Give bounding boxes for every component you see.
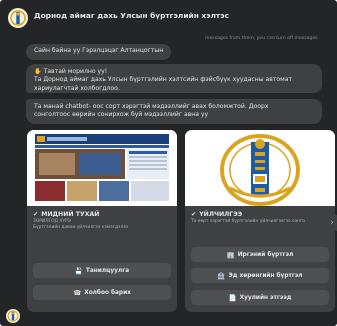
- button-label: Иргэний бүртгэл: [237, 251, 294, 258]
- emblem-image: [185, 130, 335, 206]
- message-text: Сайн байна уу Гэрэлцэцэг Алтанцогтын: [34, 47, 164, 54]
- page-avatar[interactable]: [8, 8, 28, 28]
- button-label: Эд хөрөнгийн бүртгэл: [228, 272, 303, 279]
- chevron-right-icon: ›: [330, 218, 334, 228]
- message-text: Тавтай морилно уу!: [43, 68, 108, 75]
- message-text: сонголтоос өөрийн сонирхож буй мэдээллий…: [34, 111, 209, 119]
- waving-hand-icon: ✋: [34, 68, 42, 75]
- card-subtitle-text: Та өөрт хэрэгтэй бүртгэлийн үйлчилгээгээ…: [191, 219, 305, 224]
- message-intro: Та манай chatbot- оос сорт хэрэгтэй мэдэ…: [26, 99, 322, 124]
- website-screenshot-image: [27, 130, 177, 206]
- presentation-icon: 💾: [74, 266, 83, 275]
- card-title: ✔ МИДНИЙ ТУХАЙ: [33, 211, 99, 218]
- checkmark-icon: ✔: [191, 211, 197, 218]
- page-avatar-small: [6, 309, 20, 323]
- bank-icon: 🏦: [217, 271, 226, 280]
- carousel-card-services: ✔ ҮЙЛЧИЛГЭЭ Та өөрт хэрэгтэй бүртгэлийн ү…: [185, 130, 335, 312]
- button-label: Хуулийн этгээд: [239, 294, 292, 301]
- messaging-notice: messages from them, you can turn off mes…: [205, 36, 320, 41]
- property-registration-button[interactable]: 🏦 Эд хөрөнгийн бүртгэл: [191, 268, 329, 283]
- carousel-next-arrow[interactable]: ›: [327, 215, 337, 231]
- civil-registration-button[interactable]: 🏢 Иргэний бүртгэл: [191, 247, 329, 262]
- message-text: Та Дорнод аймаг дахь Улсын бүртгэлийн хэ…: [34, 76, 292, 84]
- carousel-card-about: ✔ МИДНИЙ ТУХАЙ ЗОРИЛГОД ХҮРЭ Бүртгэлийн д…: [27, 130, 177, 312]
- button-label: Холбоо барих: [84, 289, 131, 296]
- page-title[interactable]: Дорнод аймаг дахь Улсын бүртгэлийн хэлтэ…: [34, 11, 229, 20]
- intro-button[interactable]: 💾 Танилцуулга: [33, 263, 171, 278]
- phone-icon: ☎: [73, 288, 82, 297]
- document-icon: 📄: [228, 293, 237, 302]
- chat-header: Дорнод аймаг дахь Улсын бүртгэлийн хэлтэ…: [0, 0, 337, 36]
- button-label: Танилцуулга: [85, 267, 130, 274]
- messenger-chat-window: Дорнод аймаг дахь Улсын бүртгэлийн хэлтэ…: [0, 0, 337, 326]
- card-subtitle-text: Бүртгэлийн давхи үйлчилгээ нэмэгдэлээ: [33, 224, 129, 230]
- message-text: хариулагчтай холбогдлоо.: [34, 84, 120, 92]
- card-title-text: МИДНИЙ ТУХАЙ: [41, 211, 100, 218]
- legal-entity-button[interactable]: 📄 Хуулийн этгээд: [191, 290, 329, 305]
- building-icon: 🏢: [226, 250, 235, 259]
- message-greeting: Сайн байна уу Гэрэлцэцэг Алтанцогтын: [26, 44, 172, 60]
- card-title-text: ҮЙЛЧИЛГЭЭ: [199, 211, 243, 218]
- contact-button[interactable]: ☎ Холбоо барих: [33, 285, 171, 300]
- card-title: ✔ ҮЙЛЧИЛГЭЭ: [191, 211, 242, 218]
- checkmark-icon: ✔: [33, 211, 39, 218]
- message-welcome: ✋ Тавтай морилно уу! Та Дорнод аймаг дахь…: [26, 64, 322, 93]
- card-subtitle: ЗОРИЛГОД ХҮРЭ Бүртгэлийн давхи үйлчилгээ…: [33, 219, 173, 230]
- card-subtitle: Та өөрт хэрэгтэй бүртгэлийн үйлчилгээгээ…: [191, 219, 331, 225]
